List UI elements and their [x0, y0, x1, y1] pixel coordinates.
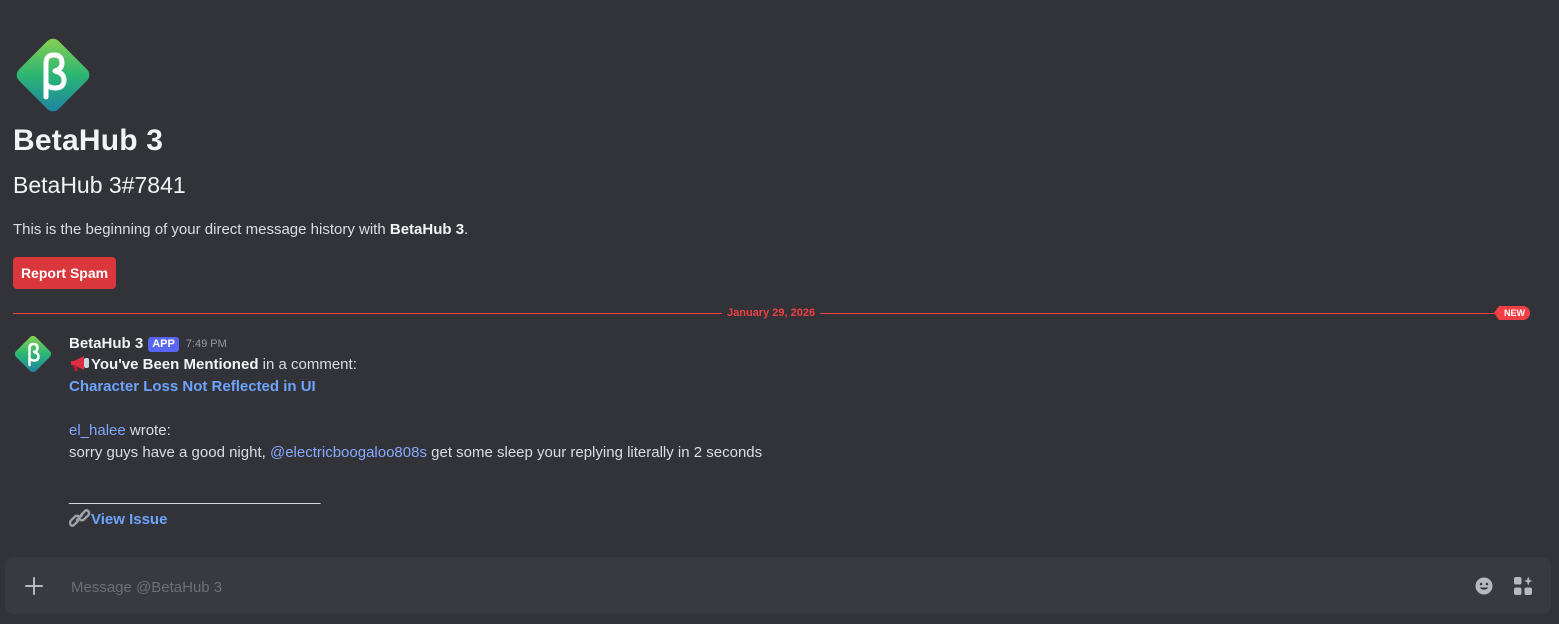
dm-intro-text: This is the beginning of your direct mes…: [13, 221, 468, 238]
body-suffix: get some sleep your replying literally i…: [426, 444, 763, 461]
view-issue-link[interactable]: View Issue: [91, 511, 167, 528]
message-timestamp[interactable]: 7:49 PM: [186, 333, 227, 355]
separator-line: ________________________________: [69, 488, 320, 505]
divider-date: January 29, 2026: [722, 305, 821, 321]
apps-icon[interactable]: [1513, 576, 1533, 596]
message-header: BetaHub 3 APP 7:49 PM: [69, 334, 762, 354]
mentioned-rest: in a comment:: [258, 356, 357, 373]
link-icon: [68, 509, 91, 527]
profile-tag: BetaHub 3#7841: [13, 172, 186, 198]
app-badge: APP: [148, 336, 179, 352]
megaphone-icon: [71, 356, 89, 371]
mentioned-bold: You've Been Mentioned: [91, 356, 259, 373]
view-issue-line: View Issue: [68, 508, 762, 530]
user-mention[interactable]: @electricboogaloo808s: [270, 444, 427, 461]
message: BetaHub 3 APP 7:49 PM You've Been Mentio…: [68, 334, 762, 530]
emoji-icon[interactable]: [1474, 576, 1494, 596]
commenter-link[interactable]: el_halee: [69, 422, 126, 439]
mention-line: You've Been Mentioned in a comment:: [69, 354, 762, 376]
intro-prefix: This is the beginning of your direct mes…: [13, 221, 390, 238]
intro-name: BetaHub 3: [389, 221, 465, 238]
avatar[interactable]: [13, 334, 53, 374]
plus-icon[interactable]: [23, 575, 45, 597]
comment-body: sorry guys have a good night, @electricb…: [69, 442, 762, 464]
body-prefix: sorry guys have a good night,: [69, 444, 270, 461]
message-composer: [5, 557, 1551, 614]
commenter-line: el_halee wrote:: [69, 420, 762, 442]
issue-title-link[interactable]: Character Loss Not Reflected in UI: [69, 378, 316, 395]
intro-suffix: .: [464, 221, 469, 238]
message-input[interactable]: [69, 573, 1453, 601]
new-badge: NEW: [1494, 306, 1530, 320]
profile-name: BetaHub 3: [13, 124, 164, 157]
wrote-text: wrote:: [125, 422, 171, 439]
betahub-logo: [16, 38, 90, 112]
message-author[interactable]: BetaHub 3: [69, 333, 143, 355]
report-spam-button[interactable]: Report Spam: [13, 257, 116, 289]
issue-title-line: Character Loss Not Reflected in UI: [69, 376, 762, 398]
